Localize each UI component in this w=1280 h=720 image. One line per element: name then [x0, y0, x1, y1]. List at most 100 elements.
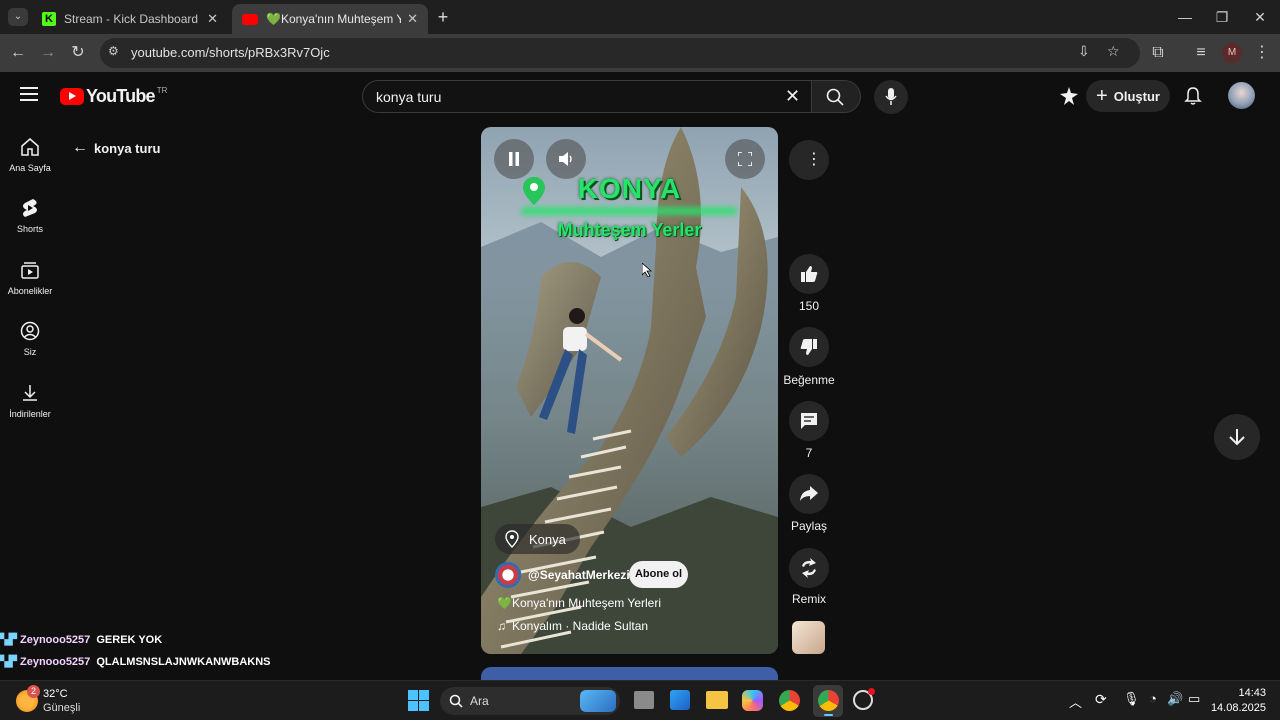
copilot-icon[interactable]: [742, 690, 763, 711]
next-short-button[interactable]: [1214, 414, 1260, 460]
music-info[interactable]: ♫ Konyalım · Nadide Sultan: [497, 619, 648, 633]
weather-temp[interactable]: 32°C: [43, 688, 68, 700]
back-button[interactable]: ←: [6, 41, 30, 65]
browser-menu-icon[interactable]: ⋮: [1250, 41, 1274, 65]
notifications-bell-icon[interactable]: [1184, 86, 1202, 111]
sidebar-item-shorts[interactable]: Shorts: [0, 198, 60, 234]
reload-button[interactable]: ↻: [66, 41, 90, 65]
video-title[interactable]: 💚Konya'nın Muhteşem Yerleri: [497, 596, 661, 610]
more-vertical-icon: ⋮: [806, 151, 822, 168]
tab-close-icon[interactable]: ✕: [407, 11, 418, 27]
address-bar[interactable]: ⚙ youtube.com/shorts/pRBx3Rv7Ojc ⇩ ☆: [100, 38, 1140, 68]
clear-search-icon[interactable]: ✕: [785, 86, 800, 107]
account-avatar[interactable]: [1228, 82, 1255, 109]
chat-username: Zeynooo5257: [19, 656, 91, 668]
chat-text: QLALMSNSLAJNWKANWBAKNS: [96, 656, 271, 668]
restore-button[interactable]: ❐: [1207, 6, 1237, 28]
tab-search-button[interactable]: ⌄: [8, 8, 28, 26]
close-window-button[interactable]: ✕: [1245, 6, 1275, 28]
share-arrow-icon: [800, 486, 818, 501]
music-label: Konyalım · Nadide Sultan: [512, 619, 649, 633]
site-info-icon[interactable]: ⚙: [108, 44, 119, 58]
tray-chevron-icon[interactable]: ︿: [1069, 692, 1082, 711]
taskbar-search-label: Ara: [470, 694, 489, 708]
sidebar-item-label: Abonelikler: [7, 286, 53, 296]
clock-date[interactable]: 14.08.2025: [1206, 702, 1266, 714]
store-icon[interactable]: [670, 690, 690, 710]
browser-toolbar: ← → ↻ ⚙ youtube.com/shorts/pRBx3Rv7Ojc ⇩…: [0, 34, 1280, 72]
subscribe-button[interactable]: Abone ol: [629, 561, 688, 588]
comment-count: 7: [805, 446, 813, 460]
microphone-icon: [885, 88, 897, 105]
overlay-subtitle: Muhteşem Yerler: [557, 220, 702, 240]
pause-button[interactable]: [494, 139, 534, 179]
remix-button[interactable]: [789, 548, 829, 588]
shorts-video-player[interactable]: KONYA Muhteşem Yerler Konya @SeyahatMerk…: [481, 127, 778, 654]
active-indicator: [824, 714, 833, 716]
chrome-profile-active-app[interactable]: [813, 685, 843, 717]
more-options-button[interactable]: ⋮: [789, 140, 829, 180]
youtube-logo[interactable]: YouTube TR: [60, 86, 167, 107]
channel-avatar[interactable]: [495, 562, 521, 588]
shorts-icon: [23, 199, 37, 217]
clock-time[interactable]: 14:43: [1210, 687, 1266, 699]
sidebar-item-downloads[interactable]: İndirilenler: [0, 383, 60, 419]
voice-search-button[interactable]: [874, 80, 908, 114]
channel-name[interactable]: @SeyahatMerkezi: [528, 568, 630, 582]
tab-close-icon[interactable]: ✕: [207, 11, 218, 27]
arrow-left-icon: ←: [72, 139, 88, 156]
sidebar-item-you[interactable]: Siz: [0, 321, 60, 357]
profile-avatar[interactable]: M: [1222, 43, 1242, 63]
volume-icon: [559, 152, 572, 166]
share-label: Paylaş: [790, 519, 828, 533]
media-control-icon[interactable]: ≡: [1189, 41, 1213, 65]
chrome-icon[interactable]: [779, 690, 800, 711]
battery-icon[interactable]: ▭: [1188, 691, 1200, 707]
location-chip[interactable]: Konya: [495, 524, 580, 554]
back-to-search[interactable]: ← konya turu: [72, 139, 160, 157]
home-icon: [21, 138, 39, 156]
sidebar-item-subscriptions[interactable]: Abonelikler: [0, 260, 60, 296]
forward-button[interactable]: →: [36, 41, 60, 65]
remix-label: Remix: [791, 592, 826, 606]
search-button[interactable]: [812, 80, 861, 113]
sidebar-item-home[interactable]: Ana Sayfa: [0, 137, 60, 173]
sync-icon[interactable]: ⟳: [1095, 691, 1107, 708]
new-tab-button[interactable]: +: [433, 7, 453, 27]
sidebar-item-label: İndirilenler: [9, 409, 51, 419]
windows-start-icon[interactable]: [408, 690, 429, 716]
extensions-icon[interactable]: ⧉: [1146, 41, 1170, 65]
speaker-icon[interactable]: 🔊: [1167, 691, 1183, 707]
wifi-icon[interactable]: ◔: [1149, 691, 1157, 706]
like-button[interactable]: [789, 254, 829, 294]
fullscreen-button[interactable]: [725, 139, 765, 179]
dislike-button[interactable]: [789, 327, 829, 367]
bookmark-star-icon[interactable]: ☆: [1107, 43, 1120, 60]
minimize-button[interactable]: —: [1170, 6, 1200, 28]
install-app-icon[interactable]: ⇩: [1078, 43, 1090, 60]
next-video-preview[interactable]: [481, 667, 778, 680]
create-button[interactable]: + Oluştur: [1086, 80, 1170, 112]
chat-badge-icon: ▚▛: [0, 656, 17, 668]
tray-microphone-icon[interactable]: 🎙: [1123, 691, 1140, 707]
youtube-header: YouTube TR konya turu ✕ + Oluştur: [0, 72, 1280, 122]
comments-button[interactable]: [789, 401, 829, 441]
search-highlight-icon: [580, 690, 616, 712]
sidebar-item-label: Siz: [23, 347, 37, 357]
tab-youtube-short[interactable]: 💚Konya'nın Muhteşem Yerleri ✕: [232, 4, 428, 34]
search-input[interactable]: konya turu ✕: [362, 80, 812, 113]
sound-thumbnail[interactable]: [792, 621, 825, 654]
volume-button[interactable]: [546, 139, 586, 179]
back-label: konya turu: [94, 140, 161, 156]
downloads-icon: [23, 385, 37, 401]
location-label: Konya: [529, 531, 566, 547]
share-button[interactable]: [789, 474, 829, 514]
file-explorer-icon[interactable]: [706, 691, 728, 709]
taskbar-search[interactable]: Ara: [440, 687, 620, 715]
weather-desc[interactable]: Güneşli: [43, 702, 80, 714]
create-spark-icon[interactable]: [1059, 86, 1079, 106]
tab-kick-dashboard[interactable]: K Stream - Kick Dashboard ✕: [32, 4, 228, 34]
task-view-icon[interactable]: [634, 691, 654, 709]
dislike-label: Beğenme: [783, 373, 835, 387]
menu-hamburger-icon[interactable]: [20, 86, 40, 107]
